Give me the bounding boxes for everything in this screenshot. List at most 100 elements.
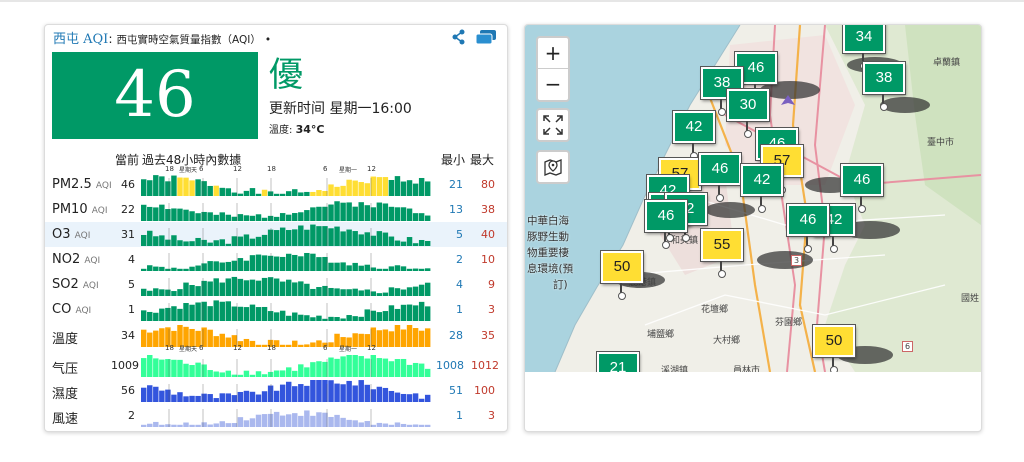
spark-bar: [310, 207, 316, 221]
aqi-marker[interactable]: 46: [841, 164, 883, 213]
spark-bar: [346, 265, 352, 271]
station-link[interactable]: 西屯 AQI: [53, 32, 108, 47]
spark-bar: [213, 185, 219, 196]
marker-pin: [618, 283, 626, 300]
spark-bar: [213, 278, 219, 296]
row-max: 100: [474, 384, 495, 397]
spark-bar: [159, 289, 165, 296]
spark-bar: [225, 370, 232, 377]
spark-bar: [207, 185, 213, 196]
aqi-marker[interactable]: 42: [741, 164, 783, 213]
map-layer-button[interactable]: [536, 150, 570, 184]
spark-bar: [237, 258, 244, 271]
spark-bar: [418, 330, 425, 347]
aqi-marker[interactable]: 50: [813, 325, 855, 372]
zoom-out-button[interactable]: −: [538, 69, 568, 99]
row-max: 1012: [471, 359, 499, 372]
spark-bar: [358, 265, 364, 271]
aqi-marker[interactable]: 30: [727, 89, 769, 138]
spark-bar: [213, 371, 219, 377]
spark-bar: [219, 187, 225, 196]
spark-bar: [292, 413, 298, 427]
aqi-marker[interactable]: 42: [673, 111, 715, 160]
row-: 溫度 34 28 35: [45, 323, 507, 348]
aqi-marker[interactable]: 46: [645, 200, 687, 249]
row-sparkline: [141, 409, 431, 427]
spark-bar: [279, 256, 286, 271]
map-place-label: 國姓: [961, 294, 980, 304]
windows-icon[interactable]: [475, 29, 497, 45]
share-icon[interactable]: [451, 29, 467, 45]
spark-bar: [261, 306, 268, 321]
spark-bar: [334, 317, 340, 321]
spark-bar: [340, 384, 346, 402]
aqi-widget-card: 西屯 AQI: 西屯實時空氣質量指數（AQI） • 46 優 更新时间 星期一1…: [44, 24, 508, 432]
map-pin-icon: [544, 159, 562, 176]
spark-bar: [189, 365, 195, 377]
spark-bar: [412, 243, 419, 246]
row-unit: AQI: [75, 306, 92, 316]
spark-bar: [267, 215, 274, 221]
spark-bar: [243, 307, 250, 321]
spark-bar: [358, 380, 364, 402]
spark-bar: [261, 391, 268, 402]
spark-bar: [388, 305, 395, 321]
spark-bar: [255, 371, 262, 377]
row-min: 1: [456, 303, 463, 316]
spark-bar: [316, 206, 322, 221]
spark-bar: [394, 308, 401, 321]
spark-bar: [153, 330, 159, 347]
spark-bar: [382, 358, 389, 377]
spark-bar: [207, 242, 213, 246]
aqi-marker[interactable]: 38: [863, 62, 905, 111]
spark-bar: [267, 277, 274, 296]
spark-bar: [370, 176, 377, 196]
spark-bar: [261, 217, 268, 221]
aqi-marker[interactable]: 21: [597, 352, 639, 372]
row-label: PM10 AQI: [52, 202, 108, 217]
spark-bar: [267, 255, 274, 271]
spark-bar: [292, 229, 298, 246]
spark-bar: [171, 306, 177, 321]
spark-bar: [273, 390, 280, 402]
spark-bar: [334, 414, 340, 427]
fullscreen-button[interactable]: [536, 108, 570, 142]
spark-bar: [267, 385, 274, 402]
aqi-marker[interactable]: 34: [843, 25, 885, 70]
spark-bar: [189, 424, 195, 427]
spark-bar: [165, 239, 171, 246]
spark-bar: [153, 207, 159, 221]
spark-bar: [249, 304, 256, 321]
aqi-marker[interactable]: 50: [601, 251, 643, 300]
aqi-marker[interactable]: 55: [701, 229, 743, 278]
spark-bar: [400, 241, 407, 246]
marker-pin: [690, 143, 698, 160]
spark-bar: [352, 385, 358, 402]
spark-bar: [201, 301, 207, 321]
spark-bar: [394, 325, 401, 347]
hour-tick-label: 12: [367, 344, 376, 352]
hour-tick-label: 18: [267, 165, 276, 173]
spark-bar: [370, 267, 377, 271]
aqi-marker-value: 50: [825, 332, 843, 349]
spark-bar: [159, 308, 165, 321]
aqi-marker[interactable]: 46: [699, 153, 741, 202]
spark-bar: [177, 308, 183, 321]
spark-bar: [286, 414, 292, 427]
spark-bar: [406, 364, 413, 377]
spark-bar: [273, 411, 280, 427]
aqi-map[interactable]: 中華白海豚野生動物重要棲息環境(預訂)臺中市卓蘭鎮和美鎮花壇鄉埔鹽鄉大村鄉芬園鄉…: [525, 25, 981, 372]
spark-bar: [183, 241, 189, 246]
spark-bar: [249, 279, 256, 296]
zoom-in-button[interactable]: +: [538, 38, 568, 69]
spark-bar: [334, 226, 340, 246]
spark-bar: [376, 358, 383, 377]
spark-bar: [424, 424, 431, 427]
aqi-marker[interactable]: 46: [787, 204, 829, 253]
spark-bar: [292, 370, 298, 377]
spark-bar: [286, 279, 292, 296]
spark-bar: [207, 394, 213, 402]
spark-bar: [388, 361, 395, 377]
spark-bar: [159, 424, 165, 427]
spark-bar: [406, 304, 413, 321]
